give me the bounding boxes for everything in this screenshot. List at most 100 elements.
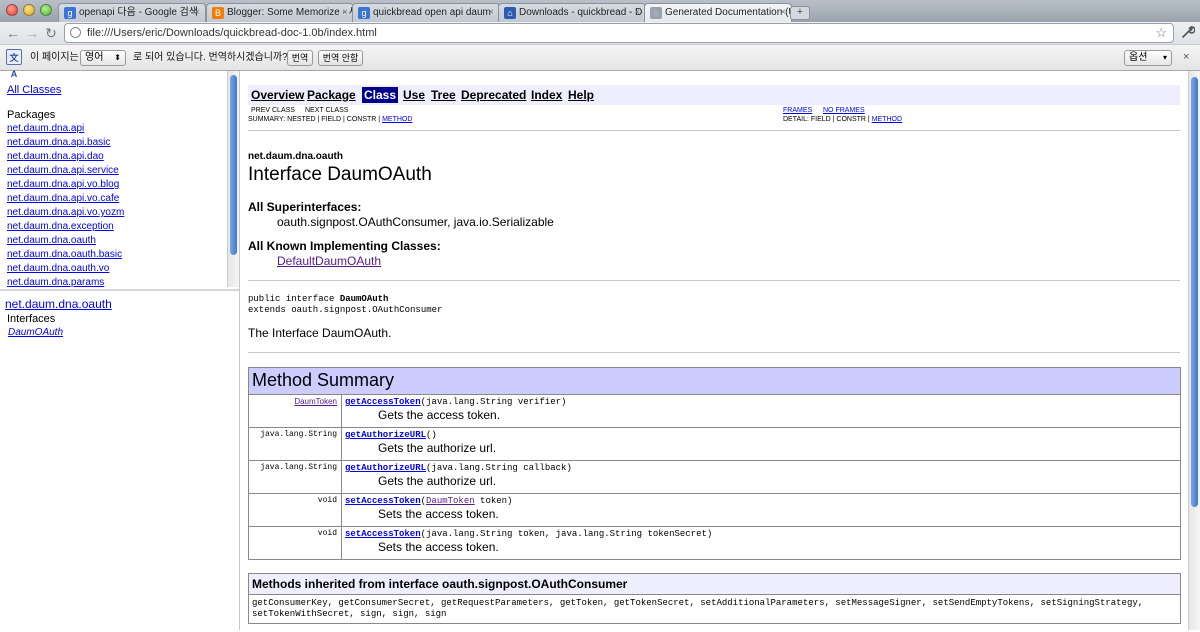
method-description: Sets the access token.: [378, 540, 499, 554]
translate-button[interactable]: 번역: [287, 50, 313, 66]
browser-tab[interactable]: g openapi 다음 - Google 검색 ×: [58, 3, 206, 22]
table-row: void setAccessToken(java.lang.String tok…: [248, 526, 1181, 560]
divider: [248, 130, 1180, 131]
package-link[interactable]: net.daum.dna.api: [7, 123, 84, 134]
return-type-cell: void: [248, 493, 342, 527]
nav-help-link[interactable]: Help: [568, 87, 594, 103]
doc-frame-scrollbar[interactable]: [1188, 71, 1200, 630]
nav-deprecated-link[interactable]: Deprecated: [461, 87, 526, 103]
method-link[interactable]: setAccessToken: [345, 496, 421, 506]
no-frames-link[interactable]: NO FRAMES: [823, 106, 865, 115]
table-row: java.lang.String getAuthorizeURL() Gets …: [248, 427, 1181, 461]
class-description: The Interface DaumOAuth.: [248, 326, 392, 340]
package-link[interactable]: net.daum.dna.params: [7, 277, 104, 287]
translate-options-button[interactable]: 옵션 ▾: [1124, 50, 1172, 66]
all-classes-link[interactable]: All Classes: [7, 84, 61, 96]
superinterfaces-list: oauth.signpost.OAuthConsumer, java.io.Se…: [277, 215, 554, 229]
package-title-link[interactable]: net.daum.dna.oauth: [5, 297, 112, 311]
package-link[interactable]: net.daum.dna.api.basic: [7, 137, 110, 148]
browser-tab[interactable]: ⌂ Downloads - quickbread - D ×: [498, 3, 646, 22]
new-tab-button[interactable]: +: [790, 6, 810, 20]
return-type-cell: void: [248, 526, 342, 560]
browser-tab-active[interactable]: ◌ Generated Documentation (U ×: [644, 3, 792, 23]
package-link[interactable]: net.daum.dna.oauth: [7, 235, 96, 246]
summary-method-link[interactable]: METHOD: [382, 116, 412, 123]
nav-use-link[interactable]: Use: [403, 87, 425, 103]
param-type-link[interactable]: DaumToken: [426, 496, 475, 506]
page-title: Interface DaumOAuth: [248, 164, 432, 185]
browser-tab[interactable]: B Blogger: Some Memorize - 새 ×: [206, 3, 354, 22]
tab-close-icon[interactable]: ×: [634, 4, 640, 22]
no-translate-button[interactable]: 번역 안함: [318, 50, 363, 66]
url-text[interactable]: file:///Users/eric/Downloads/quickbread-…: [87, 24, 377, 42]
window-close-button[interactable]: [6, 4, 18, 16]
nav-package-link[interactable]: Package: [307, 87, 356, 103]
back-button[interactable]: ←: [4, 24, 22, 42]
method-summary-heading: Method Summary: [248, 367, 1181, 395]
tab-title: Downloads - quickbread - D: [519, 7, 643, 18]
reload-button[interactable]: ↻: [42, 24, 60, 42]
package-link[interactable]: net.daum.dna.oauth.vo: [7, 263, 109, 274]
frames-link[interactable]: FRAMES: [783, 106, 812, 115]
tab-close-icon[interactable]: ×: [488, 4, 494, 22]
bookmark-star-icon[interactable]: ☆: [1155, 24, 1167, 42]
package-frame-scrollbar[interactable]: [227, 71, 239, 287]
nav-index-link[interactable]: Index: [531, 87, 562, 103]
method-params: (java.lang.String token, java.lang.Strin…: [420, 529, 713, 539]
dropdown-arrow-icon: ▾: [1162, 53, 1167, 62]
tab-title: openapi 다음 - Google 검색: [79, 7, 199, 18]
page-info-icon[interactable]: [70, 27, 81, 38]
forward-button[interactable]: →: [23, 24, 41, 42]
method-link[interactable]: getAccessToken: [345, 397, 421, 407]
address-bar[interactable]: file:///Users/eric/Downloads/quickbread-…: [64, 23, 1174, 43]
package-link[interactable]: net.daum.dna.api.vo.blog: [7, 179, 119, 190]
infobar-close-icon[interactable]: ×: [1183, 51, 1189, 63]
class-declaration: public interface DaumOAuth extends oauth…: [248, 294, 442, 316]
method-link[interactable]: setAccessToken: [345, 529, 421, 539]
method-params: (): [426, 430, 437, 440]
method-params: (java.lang.String callback): [426, 463, 572, 473]
wrench-menu-icon[interactable]: [1180, 25, 1196, 41]
left-frames: All Classes Packages net.daum.dna.api ne…: [0, 71, 240, 630]
translate-infobar: 文A 이 페이지는 영어 ⬍ 로 되어 있습니다. 번역하시겠습니까? 번역 번…: [0, 44, 1200, 79]
summary-prefix: SUMMARY: NESTED | FIELD | CONSTR |: [248, 116, 381, 123]
tab-close-icon[interactable]: ×: [194, 4, 200, 22]
method-description: Gets the authorize url.: [378, 441, 497, 455]
nav-overview-link[interactable]: Overview: [251, 87, 304, 103]
method-link[interactable]: getAuthorizeURL: [345, 463, 426, 473]
scrollbar-thumb[interactable]: [230, 75, 237, 255]
package-link[interactable]: net.daum.dna.oauth.basic: [7, 249, 122, 260]
source-language-select[interactable]: 영어 ⬍: [80, 50, 126, 66]
implementing-class-link[interactable]: DefaultDaumOAuth: [277, 254, 381, 268]
downloads-favicon-icon: ⌂: [504, 7, 516, 19]
tab-close-icon[interactable]: ×: [342, 4, 348, 22]
nav-class-current: Class: [362, 87, 399, 103]
dropdown-arrow-icon: ⬍: [114, 53, 121, 62]
inherited-methods-heading: Methods inherited from interface oauth.s…: [248, 573, 1181, 595]
package-link[interactable]: net.daum.dna.api.dao: [7, 151, 104, 162]
return-type-link[interactable]: DaumToken: [294, 397, 337, 406]
options-label: 옵션: [1129, 52, 1148, 63]
prev-class-label: PREV CLASS: [251, 107, 295, 114]
package-link[interactable]: net.daum.dna.api.vo.cafe: [7, 193, 119, 204]
scrollbar-thumb[interactable]: [1191, 77, 1198, 507]
tab-strip: g openapi 다음 - Google 검색 × B Blogger: So…: [0, 0, 1200, 23]
google-favicon-icon: g: [358, 7, 370, 19]
window-minimize-button[interactable]: [23, 4, 35, 16]
package-link[interactable]: net.daum.dna.api.service: [7, 165, 119, 176]
detail-method-link[interactable]: METHOD: [872, 116, 902, 123]
declaration-extends: extends oauth.signpost.OAuthConsumer: [248, 305, 443, 315]
window-zoom-button[interactable]: [40, 4, 52, 16]
package-link[interactable]: net.daum.dna.api.vo.yozm: [7, 207, 124, 218]
method-params: token): [474, 496, 513, 506]
tab-close-icon[interactable]: ×: [780, 4, 786, 22]
translate-prefix-text: 이 페이지는: [30, 52, 79, 63]
method-summary-table: Method Summary DaumToken getAccessToken(…: [248, 367, 1181, 560]
method-params: (java.lang.String verifier): [420, 397, 567, 407]
package-link[interactable]: net.daum.dna.exception: [7, 221, 114, 232]
nav-tree-link[interactable]: Tree: [431, 87, 456, 103]
method-link[interactable]: getAuthorizeURL: [345, 430, 426, 440]
interface-link[interactable]: DaumOAuth: [8, 327, 63, 338]
browser-tab[interactable]: g quickbread open api daum ×: [352, 3, 500, 22]
translate-icon: 文A: [6, 49, 22, 79]
